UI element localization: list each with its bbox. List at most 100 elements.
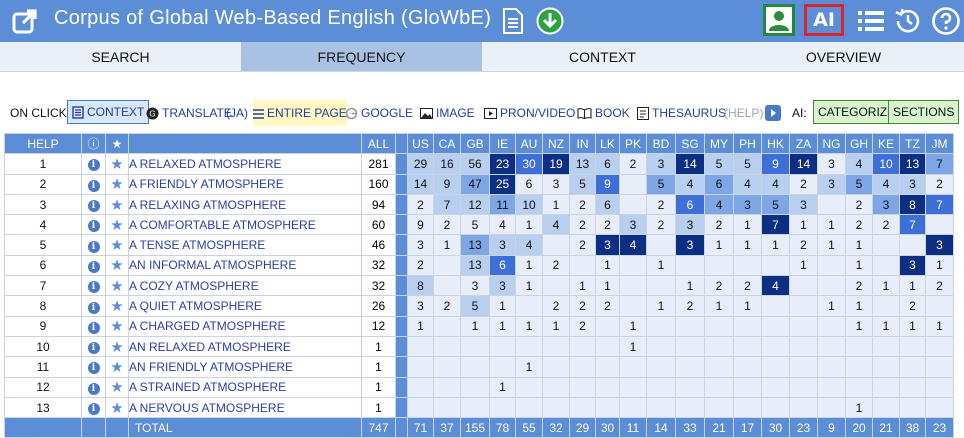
all-count[interactable]: 1	[361, 376, 396, 398]
region-count-lk[interactable]: 6	[595, 153, 620, 175]
region-count-us[interactable]: 14	[407, 173, 434, 195]
region-count-lk[interactable]: 1	[595, 275, 620, 297]
region-count-gb[interactable]: 56	[460, 153, 490, 175]
region-header-ng[interactable]: NG	[817, 132, 846, 155]
tab-context[interactable]: CONTEXT	[482, 42, 723, 72]
help-header[interactable]: HELP	[4, 132, 82, 155]
region-count-ph[interactable]: 1	[733, 234, 762, 256]
region-header-ph[interactable]: PH	[733, 132, 762, 155]
region-count-nz[interactable]: 4	[542, 214, 570, 236]
region-count-tz[interactable]: 3	[899, 254, 926, 277]
info-cell[interactable]: i	[81, 153, 106, 175]
region-count-jm[interactable]: 1	[925, 315, 954, 337]
user-account-button[interactable]	[763, 4, 795, 36]
info-cell[interactable]: i	[81, 376, 106, 398]
region-count-my[interactable]: 2	[704, 214, 734, 236]
info-icon[interactable]: i	[87, 281, 100, 294]
region-count-lk[interactable]: 2	[595, 214, 620, 236]
info-cell[interactable]: i	[81, 173, 106, 195]
region-count-za[interactable]: 14	[789, 153, 818, 175]
info-icon[interactable]: i	[87, 240, 100, 253]
star-icon[interactable]: ★	[105, 214, 129, 236]
phrase-link[interactable]: AN INFORMAL ATMOSPHERE	[128, 254, 362, 277]
region-header-jm[interactable]: JM	[925, 132, 954, 155]
all-count[interactable]: 32	[361, 254, 396, 277]
region-count-us[interactable]: 3	[407, 234, 434, 256]
region-count-au[interactable]: 30	[515, 153, 543, 175]
region-header-in[interactable]: IN	[569, 132, 596, 155]
region-count-pk[interactable]: 3	[619, 214, 647, 236]
play-button[interactable]	[765, 105, 781, 121]
region-count-ng[interactable]: 3	[817, 173, 846, 195]
all-count[interactable]: 1	[361, 356, 396, 378]
region-count-in[interactable]: 5	[569, 173, 596, 195]
region-count-ng[interactable]: 3	[817, 153, 846, 175]
region-count-bd[interactable]: 1	[646, 254, 676, 277]
phrase-link[interactable]: A NERVOUS ATMOSPHERE	[128, 396, 362, 419]
info-cell[interactable]: i	[81, 254, 106, 277]
region-count-au[interactable]: 1	[515, 254, 543, 277]
phrase-link[interactable]: A CHARGED ATMOSPHERE	[128, 315, 362, 337]
region-count-gh[interactable]: 1	[845, 254, 873, 277]
all-count[interactable]: 32	[361, 275, 396, 297]
region-count-bd[interactable]: 2	[646, 193, 676, 216]
region-count-au[interactable]: 6	[515, 173, 543, 195]
region-count-gb[interactable]: 5	[460, 295, 490, 317]
region-count-in[interactable]: 2	[569, 315, 596, 337]
region-count-tz[interactable]: 1	[899, 315, 926, 337]
region-count-ca[interactable]: 1	[433, 234, 461, 256]
region-count-hk[interactable]: 7	[761, 214, 790, 236]
region-header-lk[interactable]: LK	[595, 132, 620, 155]
region-header-za[interactable]: ZA	[789, 132, 818, 155]
region-count-gh[interactable]: 4	[845, 153, 873, 175]
region-count-ng[interactable]: 1	[817, 234, 846, 256]
region-count-gh[interactable]: 2	[845, 275, 873, 297]
region-header-nz[interactable]: NZ	[542, 132, 570, 155]
region-count-hk[interactable]: 4	[761, 275, 790, 297]
star-icon[interactable]: ★	[105, 234, 129, 256]
info-icon[interactable]: i	[87, 159, 100, 172]
region-count-lk[interactable]: 2	[595, 295, 620, 317]
info-icon[interactable]: i	[87, 403, 100, 415]
region-count-my[interactable]: 4	[704, 193, 734, 216]
all-header[interactable]: ALL	[361, 132, 396, 155]
region-count-au[interactable]: 1	[515, 315, 543, 337]
info-cell[interactable]: i	[81, 315, 106, 337]
phrase-link[interactable]: A RELAXING ATMOSPHERE	[128, 193, 362, 216]
region-header-ie[interactable]: IE	[489, 132, 516, 155]
region-count-ie[interactable]: 1	[489, 376, 516, 398]
region-count-ca[interactable]: 16	[433, 153, 461, 175]
region-count-sg[interactable]: 3	[675, 214, 705, 236]
region-count-jm[interactable]: 3	[925, 234, 954, 256]
star-icon[interactable]: ★	[105, 275, 129, 297]
star-icon[interactable]: ★	[105, 315, 129, 337]
history-icon[interactable]	[893, 6, 923, 36]
region-count-us[interactable]: 1	[407, 315, 434, 337]
region-count-lk[interactable]: 9	[595, 173, 620, 195]
region-count-ie[interactable]: 11	[489, 193, 516, 216]
region-count-ph[interactable]: 2	[733, 275, 762, 297]
star-icon[interactable]: ★	[105, 153, 129, 175]
region-count-nz[interactable]: 19	[542, 153, 570, 175]
phrase-link[interactable]: A COMFORTABLE ATMOSPHERE	[128, 214, 362, 236]
region-count-ke[interactable]: 2	[872, 214, 900, 236]
region-header-ke[interactable]: KE	[872, 132, 900, 155]
phrase-link[interactable]: A COZY ATMOSPHERE	[128, 275, 362, 297]
region-count-sg[interactable]: 6	[675, 193, 705, 216]
region-count-za[interactable]: 3	[789, 193, 818, 216]
all-count[interactable]: 60	[361, 214, 396, 236]
region-count-ke[interactable]: 1	[872, 275, 900, 297]
region-count-pk[interactable]: 1	[619, 315, 647, 337]
region-count-hk[interactable]: 5	[761, 193, 790, 216]
phrase-link[interactable]: A RELAXED ATMOSPHERE	[128, 153, 362, 175]
region-count-lk[interactable]: 3	[595, 234, 620, 256]
download-icon[interactable]	[536, 7, 564, 35]
help-link[interactable]: (HELP)	[724, 100, 763, 126]
region-count-ie[interactable]: 25	[489, 173, 516, 195]
region-count-bd[interactable]: 1	[646, 295, 676, 317]
info-icon[interactable]: i	[87, 382, 100, 395]
info-cell[interactable]: i	[81, 295, 106, 317]
region-count-tz[interactable]: 2	[899, 295, 926, 317]
region-count-ph[interactable]: 3	[733, 193, 762, 216]
region-count-za[interactable]: 2	[789, 234, 818, 256]
